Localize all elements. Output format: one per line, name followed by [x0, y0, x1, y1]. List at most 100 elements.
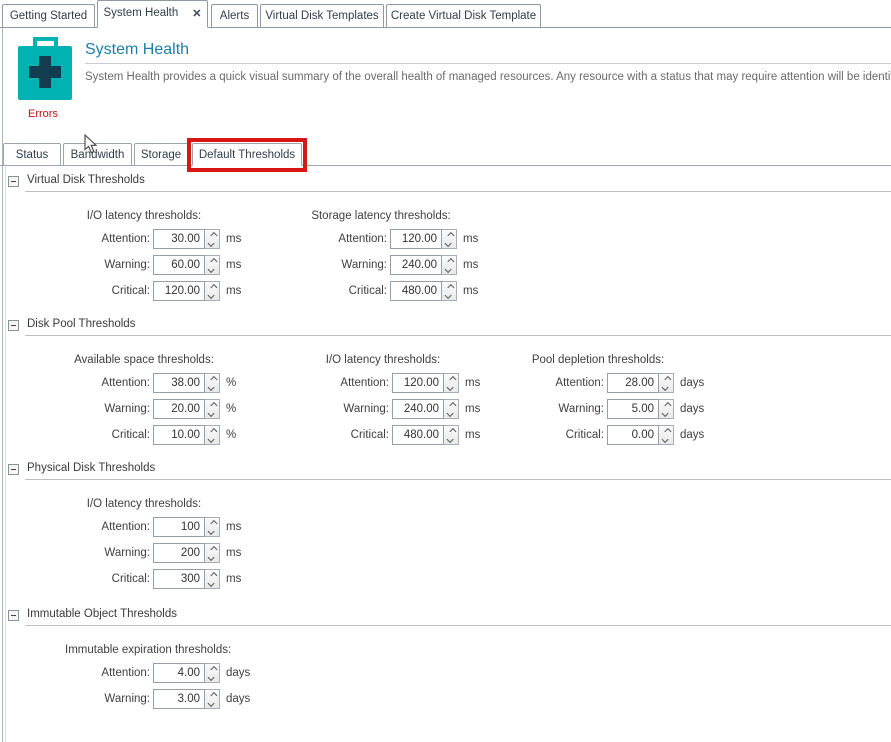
spinner-down-icon[interactable]: [207, 699, 214, 706]
threshold-value-input[interactable]: [607, 399, 659, 419]
threshold-spinbox: [153, 229, 220, 249]
spinner-down-icon[interactable]: [446, 383, 453, 390]
threshold-value-input[interactable]: [153, 543, 205, 563]
spinner[interactable]: [659, 399, 674, 419]
section-divider: [25, 479, 891, 480]
threshold-value-input[interactable]: [392, 399, 444, 419]
spinner[interactable]: [205, 373, 220, 393]
spinner[interactable]: [442, 255, 457, 275]
threshold-value-input[interactable]: [153, 569, 205, 589]
spinner-down-icon[interactable]: [661, 409, 668, 416]
spinner-up-icon[interactable]: [664, 401, 671, 408]
threshold-value-input[interactable]: [607, 373, 659, 393]
spinner[interactable]: [205, 569, 220, 589]
close-icon[interactable]: ✕: [192, 7, 201, 20]
threshold-value-input[interactable]: [153, 281, 205, 301]
spinner-up-icon[interactable]: [664, 375, 671, 382]
tab-bandwidth[interactable]: Bandwidth: [63, 143, 132, 166]
tab-default-thresholds[interactable]: Default Thresholds: [192, 143, 302, 166]
spinner-up-icon[interactable]: [447, 257, 454, 264]
spinner[interactable]: [659, 373, 674, 393]
spinner-up-icon[interactable]: [210, 257, 217, 264]
spinner[interactable]: [205, 543, 220, 563]
spinner-down-icon[interactable]: [661, 435, 668, 442]
spinner-up-icon[interactable]: [449, 427, 456, 434]
threshold-value-input[interactable]: [153, 663, 205, 683]
spinner-down-icon[interactable]: [444, 265, 451, 272]
spinner-up-icon[interactable]: [210, 375, 217, 382]
collapse-icon[interactable]: [8, 320, 19, 331]
threshold-value-input[interactable]: [153, 689, 205, 709]
spinner-up-icon[interactable]: [447, 231, 454, 238]
spinner-up-icon[interactable]: [210, 283, 217, 290]
spinner-down-icon[interactable]: [207, 383, 214, 390]
spinner-down-icon[interactable]: [444, 291, 451, 298]
spinner-down-icon[interactable]: [207, 435, 214, 442]
spinner[interactable]: [205, 399, 220, 419]
tab-system-health[interactable]: System Health ✕: [97, 0, 208, 28]
spinner-down-icon[interactable]: [207, 579, 214, 586]
spinner-up-icon[interactable]: [210, 545, 217, 552]
spinner-down-icon[interactable]: [207, 265, 214, 272]
spinner[interactable]: [444, 425, 459, 445]
threshold-spinbox: [153, 425, 220, 445]
spinner[interactable]: [205, 229, 220, 249]
spinner[interactable]: [442, 281, 457, 301]
spinner-down-icon[interactable]: [207, 527, 214, 534]
spinner[interactable]: [205, 517, 220, 537]
spinner-down-icon[interactable]: [444, 239, 451, 246]
spinner-up-icon[interactable]: [210, 401, 217, 408]
spinner[interactable]: [205, 663, 220, 683]
threshold-value-input[interactable]: [392, 373, 444, 393]
tab-getting-started[interactable]: Getting Started: [2, 4, 95, 28]
spinner[interactable]: [205, 689, 220, 709]
spinner[interactable]: [205, 281, 220, 301]
threshold-value-input[interactable]: [392, 425, 444, 445]
threshold-value-input[interactable]: [153, 425, 205, 445]
threshold-value-input[interactable]: [153, 517, 205, 537]
tab-alerts[interactable]: Alerts: [211, 4, 258, 28]
threshold-value-input[interactable]: [153, 373, 205, 393]
spinner-up-icon[interactable]: [449, 401, 456, 408]
spinner-down-icon[interactable]: [207, 673, 214, 680]
spinner-down-icon[interactable]: [207, 239, 214, 246]
spinner-up-icon[interactable]: [210, 427, 217, 434]
spinner-down-icon[interactable]: [207, 291, 214, 298]
spinner[interactable]: [442, 229, 457, 249]
spinner[interactable]: [205, 255, 220, 275]
threshold-unit: days: [680, 403, 704, 415]
spinner-up-icon[interactable]: [210, 691, 217, 698]
spinner[interactable]: [444, 399, 459, 419]
threshold-value-input[interactable]: [153, 229, 205, 249]
threshold-value-input[interactable]: [390, 281, 442, 301]
spinner-down-icon[interactable]: [661, 383, 668, 390]
spinner-up-icon[interactable]: [210, 231, 217, 238]
collapse-icon[interactable]: [8, 464, 19, 475]
spinner-down-icon[interactable]: [207, 409, 214, 416]
spinner-down-icon[interactable]: [446, 409, 453, 416]
spinner[interactable]: [444, 373, 459, 393]
spinner-up-icon[interactable]: [449, 375, 456, 382]
tab-virtual-disk-templates[interactable]: Virtual Disk Templates: [260, 4, 384, 28]
spinner-up-icon[interactable]: [210, 665, 217, 672]
threshold-value-input[interactable]: [390, 229, 442, 249]
collapse-icon[interactable]: [8, 176, 19, 187]
tab-create-virtual-disk-template[interactable]: Create Virtual Disk Template: [386, 4, 541, 28]
spinner[interactable]: [205, 425, 220, 445]
tab-status[interactable]: Status: [3, 143, 61, 166]
spinner-up-icon[interactable]: [664, 427, 671, 434]
spinner-down-icon[interactable]: [207, 553, 214, 560]
threshold-row: Attention: days: [65, 663, 250, 683]
threshold-value-input[interactable]: [607, 425, 659, 445]
threshold-value-input[interactable]: [153, 255, 205, 275]
threshold-value-input[interactable]: [390, 255, 442, 275]
threshold-value-input[interactable]: [153, 399, 205, 419]
spinner-up-icon[interactable]: [210, 571, 217, 578]
spinner[interactable]: [659, 425, 674, 445]
spinner-up-icon[interactable]: [210, 519, 217, 526]
spinner-up-icon[interactable]: [447, 283, 454, 290]
spinner-down-icon[interactable]: [446, 435, 453, 442]
tab-storage[interactable]: Storage: [134, 143, 188, 166]
threshold-row: Attention: %: [65, 373, 236, 393]
collapse-icon[interactable]: [8, 610, 19, 621]
